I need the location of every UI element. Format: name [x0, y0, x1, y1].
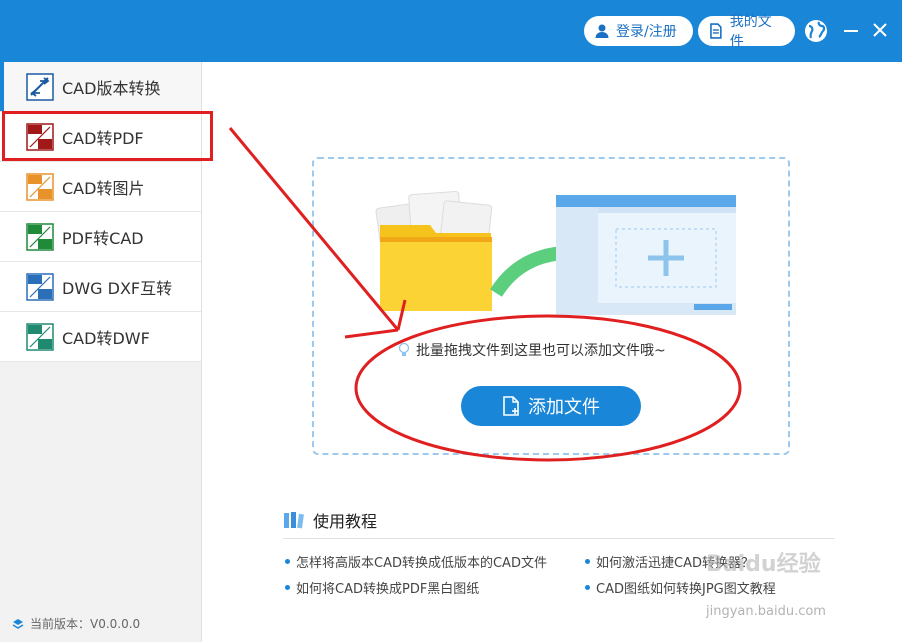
login-label: 登录/注册: [616, 24, 677, 40]
add-file-label: 添加文件: [528, 397, 600, 418]
dwg-dxf-icon: [26, 272, 54, 301]
sidebar-item-cad-dwf[interactable]: CAD转DWF: [0, 312, 201, 362]
add-document-icon: [503, 396, 519, 416]
sidebar-item-label: CAD转DWF: [62, 328, 150, 348]
lightbulb-icon: [398, 342, 410, 356]
minimize-button[interactable]: [844, 30, 858, 32]
sidebar-item-cad-version[interactable]: CAD版本转换: [0, 62, 201, 112]
sidebar-item-cad-image[interactable]: CAD转图片: [0, 162, 201, 212]
tutorial-link-text[interactable]: 如何将CAD转换成PDF黑白图纸: [296, 578, 479, 597]
sidebar-item-label: CAD转图片: [62, 178, 145, 198]
title-bar: 登录/注册 我的文件: [0, 0, 902, 62]
my-files-button[interactable]: 我的文件: [698, 14, 795, 50]
bullet-dot: [585, 559, 590, 564]
app-window-icon: [556, 195, 736, 315]
sidebar-item-label: DWG DXF互转: [62, 278, 173, 298]
bullet-dot: [285, 559, 290, 564]
bullet-dot: [285, 585, 290, 590]
drop-hint: 批量拖拽文件到这里也可以添加文件哦~: [398, 340, 666, 360]
tutorial-link-text[interactable]: 怎样将高版本CAD转换成低版本的CAD文件: [296, 552, 547, 571]
login-button[interactable]: 登录/注册: [584, 16, 693, 46]
version-text: 当前版本：V0.0.0.0: [30, 617, 141, 631]
document-icon: [710, 23, 722, 39]
tutorial-link[interactable]: CAD图纸如何转换JPG图文教程: [585, 578, 776, 597]
bullet-dot: [585, 585, 590, 590]
drag-files-illustration: [375, 191, 736, 315]
my-files-label: 我的文件: [729, 14, 772, 50]
add-file-button[interactable]: 添加文件: [461, 386, 641, 426]
folder-icon: [375, 191, 493, 311]
sidebar-item-dwg-dxf[interactable]: DWG DXF互转: [0, 262, 201, 312]
tutorial-link[interactable]: 怎样将高版本CAD转换成低版本的CAD文件: [285, 552, 547, 571]
tutorial-link[interactable]: 如何将CAD转换成PDF黑白图纸: [285, 578, 479, 597]
pdf-cad-icon: [26, 222, 54, 251]
drop-hint-text: 批量拖拽文件到这里也可以添加文件哦~: [416, 343, 666, 359]
tutorial-title-text: 使用教程: [313, 512, 378, 531]
sidebar-item-label: PDF转CAD: [62, 228, 144, 248]
books-icon: [284, 512, 304, 529]
watermark: Baidu经验: [706, 552, 821, 577]
tutorial-title: 使用教程: [283, 508, 377, 532]
layers-icon: [12, 618, 24, 629]
cad-dwf-icon: [26, 322, 54, 351]
tutorial-divider: [283, 538, 835, 539]
sidebar-item-pdf-cad[interactable]: PDF转CAD: [0, 212, 201, 262]
cad-version-icon: [26, 72, 54, 101]
sidebar-item-label: CAD版本转换: [62, 78, 161, 98]
user-icon: [595, 24, 609, 38]
close-icon[interactable]: [870, 20, 890, 40]
watermark-sub: jingyan.baidu.com: [706, 604, 826, 619]
annotation-highlight-box: [2, 111, 213, 161]
cad-image-icon: [26, 172, 54, 201]
tutorial-link-text[interactable]: CAD图纸如何转换JPG图文教程: [596, 578, 776, 597]
version-info: 当前版本：V0.0.0.0: [12, 615, 140, 632]
globe-icon[interactable]: [803, 18, 829, 44]
